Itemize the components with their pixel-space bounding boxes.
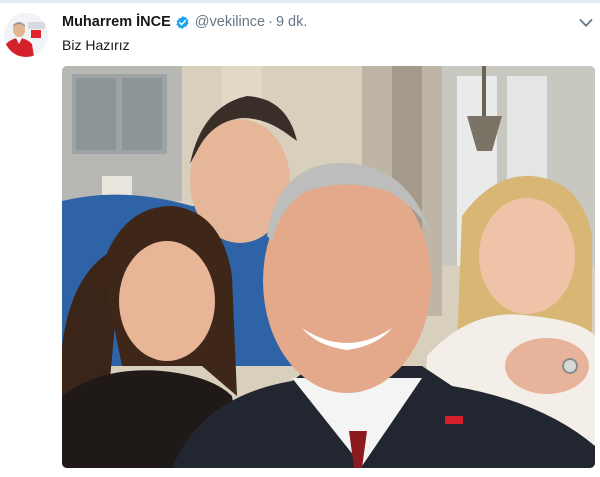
display-name[interactable]: Muharrem İNCE bbox=[62, 14, 171, 30]
divider bbox=[0, 0, 600, 3]
tweet-text: Biz Hazırız bbox=[62, 37, 130, 53]
tweet-header: Muharrem İNCE @vekilince · 9 dk. bbox=[62, 12, 307, 32]
tweet-photo[interactable] bbox=[62, 66, 595, 468]
verified-badge-icon bbox=[176, 15, 189, 29]
handle[interactable]: @vekilince bbox=[195, 14, 265, 30]
timestamp[interactable]: 9 dk. bbox=[276, 14, 307, 30]
avatar[interactable] bbox=[4, 13, 48, 57]
separator: · bbox=[268, 14, 273, 30]
chevron-down-icon[interactable] bbox=[578, 15, 594, 31]
